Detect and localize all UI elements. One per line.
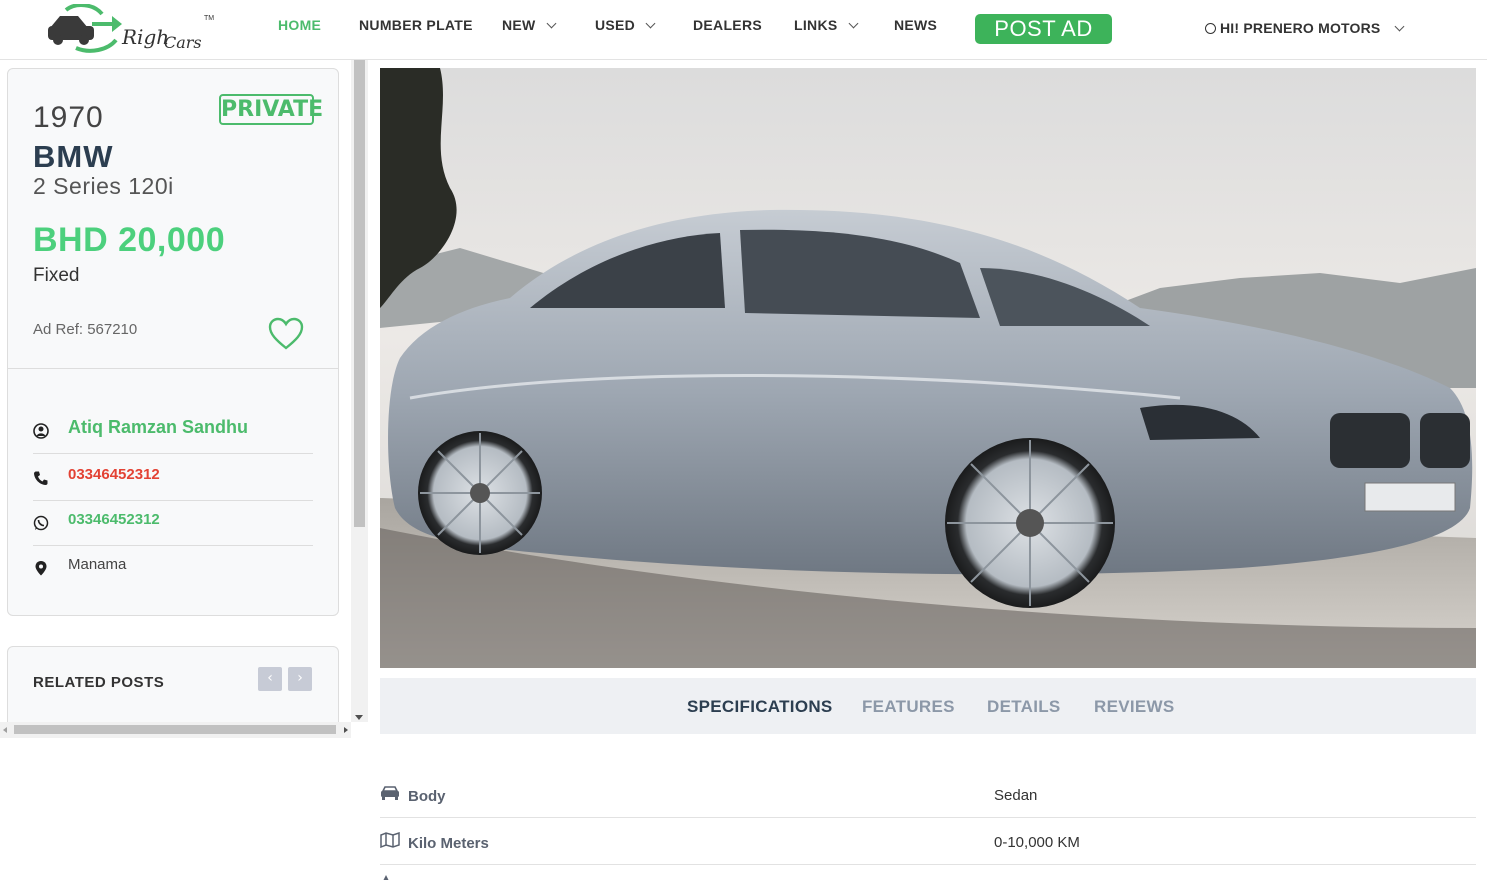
user-icon: [1205, 23, 1216, 34]
tab-details[interactable]: DETAILS: [987, 697, 1061, 717]
related-prev-button[interactable]: ‹: [258, 667, 282, 691]
location-row: Manama: [33, 546, 313, 591]
map-marker-icon: [35, 561, 47, 576]
whatsapp-row: 03346452312: [33, 501, 313, 546]
spec-value: Sedan: [994, 787, 1038, 804]
car-icon: [381, 786, 399, 800]
scroll-left-arrow-icon[interactable]: [3, 727, 7, 733]
phone-icon: [34, 471, 48, 485]
listing-make: BMW: [33, 139, 114, 174]
nav-home-label: HOME: [278, 17, 322, 33]
spec-row-kilometers: Kilo Meters 0-10,000 KM: [380, 818, 1476, 865]
nav-links-label: LINKS: [794, 17, 838, 33]
nav-new[interactable]: NEW: [502, 16, 557, 34]
seller-type-badge: PRIVATE: [219, 94, 323, 125]
svg-text:Cars: Cars: [164, 33, 202, 52]
phone-row: 03346452312: [33, 456, 313, 501]
nav-news[interactable]: NEWS: [894, 16, 937, 34]
svg-text:Righ: Righ: [121, 25, 169, 49]
details-tabs: SPECIFICATIONS FEATURES DETAILS REVIEWS: [380, 678, 1476, 734]
horizontal-scroll-thumb[interactable]: [14, 725, 336, 734]
site-header: Righ Cars TM HOME NUMBER PLATE NEW USED …: [0, 0, 1487, 60]
user-menu[interactable]: HI! PRENERO MOTORS: [1205, 20, 1405, 36]
whatsapp-number[interactable]: 03346452312: [68, 511, 160, 528]
chevron-down-icon: [546, 18, 557, 29]
chevron-down-icon: [645, 18, 656, 29]
svg-text:TM: TM: [204, 15, 214, 22]
spec-value: 0-10,000 KM: [994, 834, 1080, 851]
price-type: Fixed: [33, 265, 80, 286]
nav-news-label: NEWS: [894, 17, 938, 33]
phone-number[interactable]: 03346452312: [68, 466, 160, 483]
seller-name[interactable]: Atiq Ramzan Sandhu: [68, 417, 248, 438]
site-logo[interactable]: Righ Cars TM: [46, 3, 216, 56]
related-posts-title: RELATED POSTS: [33, 674, 165, 691]
tab-specifications[interactable]: SPECIFICATIONS: [687, 697, 833, 717]
vertical-scrollbar[interactable]: [351, 60, 368, 722]
listing-year: 1970: [33, 101, 104, 134]
car-main-photo[interactable]: [380, 68, 1476, 668]
listing-model: 2 Series 120i: [33, 173, 174, 199]
user-circle-icon: [33, 423, 49, 439]
seller-name-row: Atiq Ramzan Sandhu: [33, 409, 313, 454]
scroll-right-arrow-icon[interactable]: [344, 727, 348, 733]
next-spec-icon: [380, 870, 392, 880]
card-divider: [8, 368, 338, 369]
chevron-down-icon: [1395, 21, 1405, 32]
chevron-down-icon: [848, 18, 858, 29]
spec-row-body: Body Sedan: [380, 771, 1476, 818]
listing-sidebar: 1970 PRIVATE BMW 2 Series 120i BHD 20,00…: [0, 60, 368, 738]
map-icon: [380, 832, 400, 848]
nav-used[interactable]: USED: [595, 16, 656, 34]
spec-label: Kilo Meters: [408, 835, 489, 852]
nav-links[interactable]: LINKS: [794, 16, 858, 34]
nav-number-plate[interactable]: NUMBER PLATE: [359, 16, 473, 34]
spec-label: Body: [408, 788, 446, 805]
nav-home[interactable]: HOME: [278, 16, 321, 34]
vertical-scroll-thumb[interactable]: [354, 60, 365, 527]
post-ad-button[interactable]: POST AD: [975, 14, 1112, 44]
tab-reviews[interactable]: REVIEWS: [1094, 697, 1175, 717]
tab-features[interactable]: FEATURES: [862, 697, 955, 717]
nav-number-plate-label: NUMBER PLATE: [359, 17, 473, 33]
nav-dealers-label: DEALERS: [693, 17, 762, 33]
nav-used-label: USED: [595, 17, 636, 33]
seller-location: Manama: [68, 556, 127, 573]
horizontal-scrollbar[interactable]: [0, 722, 351, 738]
heart-icon[interactable]: [268, 317, 304, 351]
nav-dealers[interactable]: DEALERS: [693, 16, 762, 34]
user-menu-label: HI! PRENERO MOTORS: [1220, 20, 1381, 36]
ad-reference: Ad Ref: 567210: [33, 321, 138, 338]
related-next-button[interactable]: ›: [288, 667, 312, 691]
listing-summary-card: 1970 PRIVATE BMW 2 Series 120i BHD 20,00…: [7, 68, 339, 616]
listing-price: BHD 20,000: [33, 221, 226, 259]
whatsapp-icon: [33, 515, 49, 531]
nav-new-label: NEW: [502, 17, 536, 33]
scroll-down-arrow-icon[interactable]: [355, 715, 363, 720]
